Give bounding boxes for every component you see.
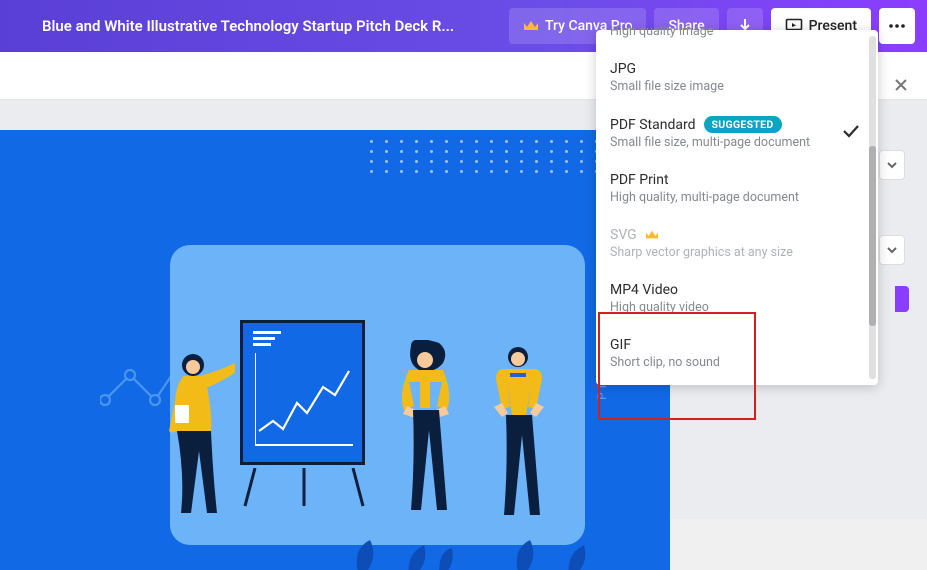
file-type-option-svg[interactable]: SVG Sharp vector graphics at any size	[596, 216, 878, 271]
download-format-menu: High quality image JPG Small file size i…	[596, 30, 878, 385]
file-type-option-pdf-standard[interactable]: PDF Standard SUGGESTED Small file size, …	[596, 105, 878, 161]
file-type-option-mp4[interactable]: MP4 Video High quality video	[596, 271, 878, 326]
illustration-person-arms-crossed	[385, 340, 467, 520]
option-title: PDF Print	[610, 172, 836, 188]
option-subtitle: High quality image	[610, 24, 836, 39]
illustration-person-hands-on-hips	[480, 345, 560, 525]
close-panel-button[interactable]	[886, 70, 916, 100]
option-title: PDF Standard SUGGESTED	[610, 116, 836, 133]
file-type-option-gif[interactable]: GIF Short clip, no sound	[596, 326, 878, 381]
presentation-easel	[240, 320, 375, 505]
option-title: SVG	[610, 227, 836, 243]
more-button[interactable]	[879, 8, 915, 44]
document-title[interactable]: Blue and White Illustrative Technology S…	[12, 17, 501, 35]
option-subtitle: High quality, multi-page document	[610, 190, 836, 205]
option-subtitle: Short clip, no sound	[610, 355, 836, 370]
option-title: JPG	[610, 61, 836, 77]
decorative-dots: // generated via markup below	[370, 140, 620, 180]
panel-scrollbar[interactable]	[869, 36, 876, 379]
close-icon	[893, 77, 909, 93]
file-type-option-jpg[interactable]: JPG Small file size image	[596, 50, 878, 105]
option-subtitle: Small file size, multi-page document	[610, 135, 836, 150]
slide[interactable]: // generated via markup below	[0, 130, 670, 570]
option-subtitle: High quality video	[610, 300, 836, 315]
scrollbar-thumb[interactable]	[869, 146, 876, 326]
chevron-down-icon	[886, 246, 898, 254]
more-icon	[888, 24, 906, 28]
file-type-option-pdf-print[interactable]: PDF Print High quality, multi-page docum…	[596, 161, 878, 216]
check-icon	[842, 123, 860, 142]
option-subtitle: Small file size image	[610, 79, 836, 94]
crown-icon	[523, 19, 539, 33]
suggested-badge: SUGGESTED	[704, 116, 782, 133]
crown-icon	[645, 229, 659, 241]
option-title: GIF	[610, 337, 836, 353]
option-title: MP4 Video	[610, 282, 836, 298]
foliage-decor	[340, 520, 620, 570]
illustration-presenter	[155, 350, 235, 520]
side-dropdown-1[interactable]	[879, 150, 909, 180]
file-type-option-png-cut[interactable]: High quality image	[596, 24, 878, 50]
option-subtitle: Sharp vector graphics at any size	[610, 245, 836, 260]
side-dropdown-2[interactable]	[879, 235, 909, 265]
chevron-down-icon	[886, 161, 898, 169]
side-action-purple[interactable]	[895, 286, 909, 312]
